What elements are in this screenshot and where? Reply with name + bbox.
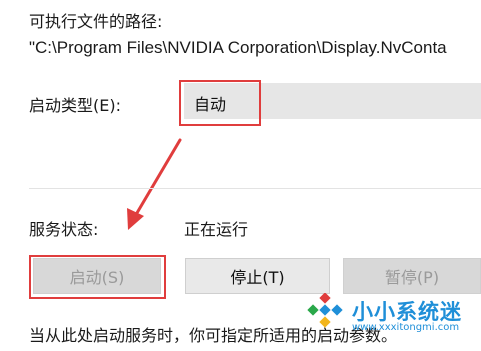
section-divider — [29, 188, 481, 189]
start-button-highlight — [29, 255, 166, 299]
stop-button[interactable]: 停止(T) — [185, 258, 330, 294]
service-status-value: 正在运行 — [184, 220, 249, 239]
watermark-logo-icon — [307, 293, 343, 328]
exe-path-value: "C:\Program Files\NVIDIA Corporation\Dis… — [29, 38, 447, 57]
exe-path-label: 可执行文件的路径: — [29, 12, 163, 31]
pause-button[interactable]: 暂停(P) — [343, 258, 481, 294]
service-status-label: 服务状态: — [29, 220, 99, 239]
startup-type-label: 启动类型(E): — [29, 96, 121, 115]
startup-type-highlight — [179, 80, 261, 126]
annotation-arrow — [127, 138, 182, 230]
watermark-url: www.xxxitongmi.com — [352, 322, 460, 333]
